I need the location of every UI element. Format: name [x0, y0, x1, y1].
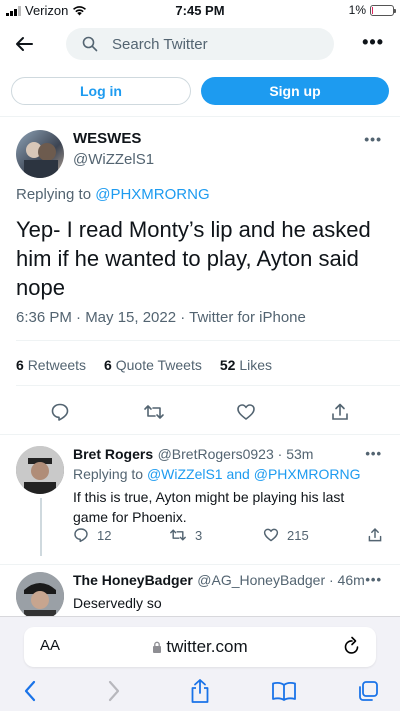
reply-icon: [74, 528, 88, 543]
clock: 7:45 PM: [175, 3, 225, 18]
reply-share-action[interactable]: [367, 527, 383, 543]
reply-header: Bret Rogers @BretRogers0923 · 53m: [73, 446, 313, 464]
reply-like-action[interactable]: 215: [263, 527, 309, 543]
author-avatar[interactable]: [16, 130, 64, 178]
divider: [0, 564, 400, 565]
thread-line: [40, 498, 42, 556]
author-handle[interactable]: @WiZZelS1: [73, 151, 154, 168]
reply-more-icon[interactable]: •••: [365, 572, 382, 587]
replying-to-link[interactable]: @WiZZelS1 and @PHXMRORNG: [147, 466, 361, 482]
retweets-stat[interactable]: 6 Retweets: [16, 357, 86, 373]
battery-info: 1%: [348, 3, 396, 17]
lock-icon: [153, 641, 162, 653]
reply-more-icon[interactable]: •••: [365, 446, 382, 461]
replying-to-label: Replying to: [16, 186, 92, 203]
search-icon: [82, 36, 98, 52]
url-text: twitter.com: [166, 637, 248, 656]
share-icon[interactable]: [326, 398, 354, 426]
reply-author-handle[interactable]: @AG_HoneyBadger · 46m: [197, 572, 365, 588]
search-placeholder: Search Twitter: [112, 35, 208, 53]
reply-author-name[interactable]: The HoneyBadger: [73, 572, 193, 588]
reply-author-name[interactable]: Bret Rogers: [73, 446, 153, 462]
replying-to: Replying to @PHXMRORNG: [16, 186, 210, 203]
battery-icon: [370, 4, 396, 16]
share-icon[interactable]: [186, 677, 214, 705]
tweet-meta[interactable]: 6:36 PM · May 15, 2022 · Twitter for iPh…: [16, 309, 306, 326]
divider: [0, 116, 400, 117]
address-bar[interactable]: AA twitter.com: [24, 627, 376, 667]
battery-level: [372, 6, 373, 14]
reload-icon[interactable]: [342, 635, 362, 662]
reply-count: 12: [97, 527, 112, 543]
search-input[interactable]: Search Twitter: [66, 28, 334, 60]
reply-reply-action[interactable]: 12: [73, 527, 111, 543]
browser-toolbar: [0, 677, 400, 707]
share-icon: [368, 528, 382, 542]
forward-icon[interactable]: [100, 677, 128, 705]
divider: [16, 340, 400, 341]
back-icon[interactable]: [16, 677, 44, 705]
battery-percent: 1%: [348, 3, 366, 17]
bookmarks-icon[interactable]: [270, 677, 298, 705]
like-icon: [263, 528, 279, 542]
replying-to-link[interactable]: @PHXMRORNG: [95, 186, 209, 203]
url-display[interactable]: twitter.com: [24, 637, 376, 657]
like-count: 215: [287, 527, 309, 543]
back-arrow-icon[interactable]: [10, 30, 38, 58]
quote-tweets-stat[interactable]: 6 Quote Tweets: [104, 357, 202, 373]
reply-icon[interactable]: [46, 398, 74, 426]
retweet-icon: [170, 529, 186, 541]
reply-avatar[interactable]: [16, 446, 64, 494]
retweet-icon[interactable]: [140, 398, 168, 426]
tabs-icon[interactable]: [354, 677, 382, 705]
tweet-more-icon[interactable]: •••: [364, 131, 382, 147]
reply-avatar[interactable]: [16, 572, 64, 620]
reply-retweet-action[interactable]: 3: [169, 527, 202, 543]
tweet-text: Yep- I read Monty’s lip and he asked him…: [16, 217, 371, 300]
like-icon[interactable]: [232, 398, 260, 426]
reply-author-handle[interactable]: @BretRogers0923 · 53m: [158, 446, 314, 462]
tweet-stats: 6 Retweets 6 Quote Tweets 52 Likes: [16, 357, 272, 373]
reply-header: The HoneyBadger @AG_HoneyBadger · 46m: [73, 572, 365, 590]
signup-button[interactable]: Sign up: [201, 77, 389, 105]
browser-bar: AA twitter.com: [0, 616, 400, 711]
reply-replying-to: Replying to @WiZZelS1 and @PHXMRORNG: [73, 464, 361, 484]
retweet-count: 3: [195, 527, 203, 543]
divider: [16, 385, 400, 386]
reply-text: Deservedly so: [73, 595, 162, 611]
divider: [0, 434, 400, 435]
more-options-icon[interactable]: •••: [362, 32, 384, 53]
likes-stat[interactable]: 52 Likes: [220, 357, 272, 373]
author-name[interactable]: WESWES: [73, 130, 141, 147]
reply-text: If this is true, Ayton might be playing …: [73, 489, 345, 525]
top-navigation: Search Twitter •••: [0, 22, 400, 66]
replying-to-label: Replying to: [73, 466, 144, 482]
status-bar: Verizon 7:45 PM 1%: [0, 0, 400, 22]
login-button[interactable]: Log in: [11, 77, 191, 105]
tweet-actions: [0, 398, 400, 426]
